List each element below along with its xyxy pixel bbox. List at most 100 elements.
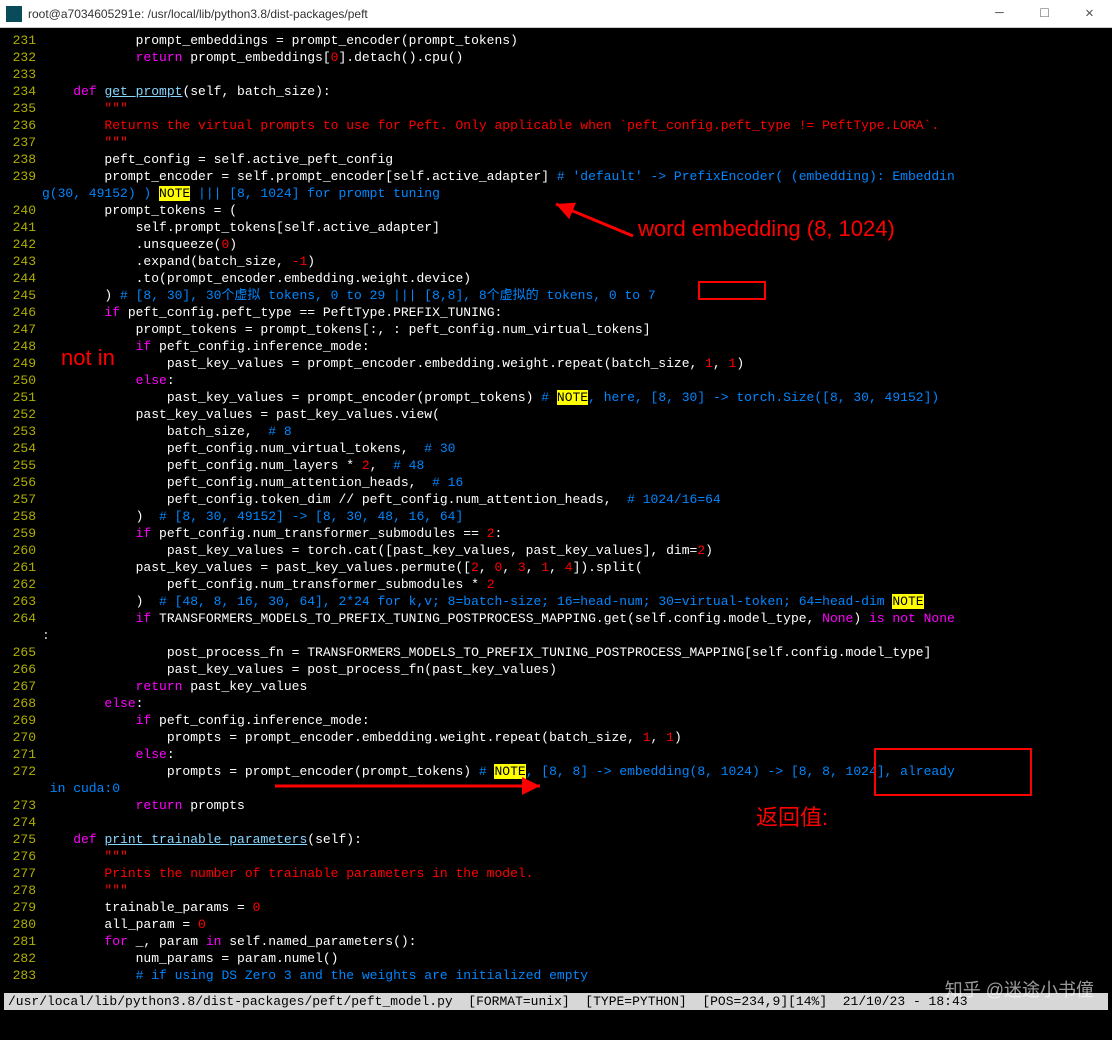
line-number: 268 [0, 695, 42, 712]
code-text: Prints the number of trainable parameter… [42, 865, 1112, 882]
code-text: prompt_embeddings = prompt_encoder(promp… [42, 32, 1112, 49]
watermark: 知乎 @迷途小书僮 [945, 976, 1094, 1002]
code-text: return prompt_embeddings[0].detach().cpu… [42, 49, 1112, 66]
code-line[interactable]: 243 .expand(batch_size, -1) [0, 253, 1112, 270]
code-line[interactable]: 282 num_params = param.numel() [0, 950, 1112, 967]
code-line[interactable]: 248 if peft_config.inference_mode: [0, 338, 1112, 355]
code-line[interactable]: 232 return prompt_embeddings[0].detach()… [0, 49, 1112, 66]
line-number: 233 [0, 66, 42, 83]
code-line[interactable]: 246 if peft_config.peft_type == PeftType… [0, 304, 1112, 321]
code-text: peft_config.token_dim // peft_config.num… [42, 491, 1112, 508]
code-line[interactable]: : [0, 627, 1112, 644]
line-number [0, 185, 42, 202]
code-editor[interactable]: 231 prompt_embeddings = prompt_encoder(p… [0, 28, 1112, 1040]
code-text: """ [42, 100, 1112, 117]
code-text: past_key_values = prompt_encoder.embeddi… [42, 355, 1112, 372]
app-icon [6, 6, 22, 22]
line-number: 253 [0, 423, 42, 440]
code-line[interactable]: 268 else: [0, 695, 1112, 712]
code-line[interactable]: 255 peft_config.num_layers * 2, # 48 [0, 457, 1112, 474]
code-text: batch_size, # 8 [42, 423, 1112, 440]
line-number: 263 [0, 593, 42, 610]
code-line[interactable]: 239 prompt_encoder = self.prompt_encoder… [0, 168, 1112, 185]
code-line[interactable]: 260 past_key_values = torch.cat([past_ke… [0, 542, 1112, 559]
line-number: 264 [0, 610, 42, 627]
line-number: 257 [0, 491, 42, 508]
code-line[interactable]: 250 else: [0, 372, 1112, 389]
code-line[interactable]: 281 for _, param in self.named_parameter… [0, 933, 1112, 950]
line-number: 283 [0, 967, 42, 984]
code-line[interactable]: 244 .to(prompt_encoder.embedding.weight.… [0, 270, 1112, 287]
code-line[interactable]: 263 ) # [48, 8, 16, 30, 64], 2*24 for k,… [0, 593, 1112, 610]
code-text: if TRANSFORMERS_MODELS_TO_PREFIX_TUNING_… [42, 610, 1112, 627]
line-number: 262 [0, 576, 42, 593]
code-line[interactable]: 252 past_key_values = past_key_values.vi… [0, 406, 1112, 423]
code-text: if peft_config.inference_mode: [42, 712, 1112, 729]
code-line[interactable]: 251 past_key_values = prompt_encoder(pro… [0, 389, 1112, 406]
code-line[interactable]: 234 def get_prompt(self, batch_size): [0, 83, 1112, 100]
code-line[interactable]: 265 post_process_fn = TRANSFORMERS_MODEL… [0, 644, 1112, 661]
close-button[interactable]: ✕ [1067, 0, 1112, 27]
maximize-button[interactable]: □ [1022, 0, 1067, 27]
code-line[interactable]: 264 if TRANSFORMERS_MODELS_TO_PREFIX_TUN… [0, 610, 1112, 627]
code-line[interactable]: 259 if peft_config.num_transformer_submo… [0, 525, 1112, 542]
code-text: all_param = 0 [42, 916, 1112, 933]
code-line[interactable]: 270 prompts = prompt_encoder.embedding.w… [0, 729, 1112, 746]
code-line[interactable]: 235 """ [0, 100, 1112, 117]
code-line[interactable]: 258 ) # [8, 30, 49152] -> [8, 30, 48, 16… [0, 508, 1112, 525]
line-number: 279 [0, 899, 42, 916]
code-line[interactable]: 245 ) # [8, 30], 30个虚拟 tokens, 0 to 29 |… [0, 287, 1112, 304]
minimize-button[interactable]: ─ [977, 0, 1022, 27]
code-line[interactable]: 257 peft_config.token_dim // peft_config… [0, 491, 1112, 508]
code-text: : [42, 627, 1112, 644]
line-number [0, 627, 42, 644]
window-controls: ─ □ ✕ [977, 0, 1112, 27]
title-bar: root@a7034605291e: /usr/local/lib/python… [0, 0, 1112, 28]
line-number: 246 [0, 304, 42, 321]
code-text: .expand(batch_size, -1) [42, 253, 1112, 270]
code-text: peft_config.num_attention_heads, # 16 [42, 474, 1112, 491]
code-line[interactable]: 274 [0, 814, 1112, 831]
code-line[interactable]: 231 prompt_embeddings = prompt_encoder(p… [0, 32, 1112, 49]
code-text: Returns the virtual prompts to use for P… [42, 117, 1112, 134]
code-line[interactable]: 249 past_key_values = prompt_encoder.emb… [0, 355, 1112, 372]
code-line[interactable]: 269 if peft_config.inference_mode: [0, 712, 1112, 729]
code-line[interactable]: 247 prompt_tokens = prompt_tokens[:, : p… [0, 321, 1112, 338]
code-line[interactable]: 279 trainable_params = 0 [0, 899, 1112, 916]
line-number [0, 780, 42, 797]
code-line[interactable]: 256 peft_config.num_attention_heads, # 1… [0, 474, 1112, 491]
line-number: 269 [0, 712, 42, 729]
code-text [42, 66, 1112, 83]
code-text: ) # [8, 30], 30个虚拟 tokens, 0 to 29 ||| [… [42, 287, 1112, 304]
code-line[interactable]: 233 [0, 66, 1112, 83]
line-number: 238 [0, 151, 42, 168]
code-line[interactable]: 278 """ [0, 882, 1112, 899]
code-line[interactable]: 261 past_key_values = past_key_values.pe… [0, 559, 1112, 576]
code-text: def get_prompt(self, batch_size): [42, 83, 1112, 100]
code-line[interactable]: 277 Prints the number of trainable param… [0, 865, 1112, 882]
line-number: 240 [0, 202, 42, 219]
code-line[interactable]: 236 Returns the virtual prompts to use f… [0, 117, 1112, 134]
line-number: 249 [0, 355, 42, 372]
code-text: trainable_params = 0 [42, 899, 1112, 916]
code-line[interactable]: 253 batch_size, # 8 [0, 423, 1112, 440]
line-number: 235 [0, 100, 42, 117]
code-text: .to(prompt_encoder.embedding.weight.devi… [42, 270, 1112, 287]
code-line[interactable]: 266 past_key_values = post_process_fn(pa… [0, 661, 1112, 678]
code-text: past_key_values = post_process_fn(past_k… [42, 661, 1112, 678]
code-line[interactable]: 267 return past_key_values [0, 678, 1112, 695]
code-text: return prompts [42, 797, 1112, 814]
code-line[interactable]: 273 return prompts [0, 797, 1112, 814]
code-line[interactable]: 262 peft_config.num_transformer_submodul… [0, 576, 1112, 593]
code-line[interactable]: 238 peft_config = self.active_peft_confi… [0, 151, 1112, 168]
code-text: prompt_encoder = self.prompt_encoder[sel… [42, 168, 1112, 185]
window-title: root@a7034605291e: /usr/local/lib/python… [28, 7, 977, 21]
line-number: 267 [0, 678, 42, 695]
line-number: 270 [0, 729, 42, 746]
code-line[interactable]: 254 peft_config.num_virtual_tokens, # 30 [0, 440, 1112, 457]
code-line[interactable]: 276 """ [0, 848, 1112, 865]
code-line[interactable]: 237 """ [0, 134, 1112, 151]
line-number: 254 [0, 440, 42, 457]
code-line[interactable]: 275 def print_trainable_parameters(self)… [0, 831, 1112, 848]
code-line[interactable]: 280 all_param = 0 [0, 916, 1112, 933]
